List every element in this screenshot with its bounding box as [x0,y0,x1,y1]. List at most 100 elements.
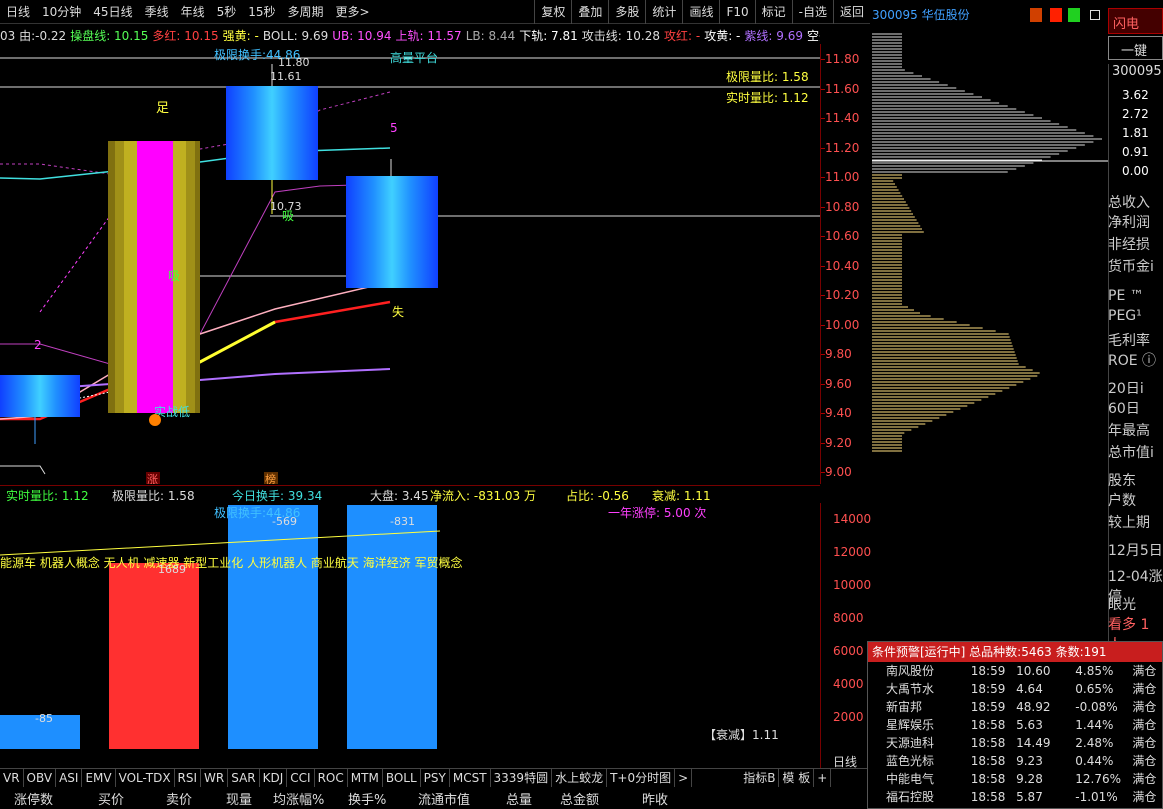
column-8[interactable]: 总金额 [560,789,599,808]
right-value: 2.72 [1122,107,1149,121]
column-4[interactable]: 均涨幅% [273,789,324,808]
alert-row[interactable]: 南风股份 18:59 10.60 4.85% 满仓 [868,662,1162,680]
svg-text:-569: -569 [272,515,297,528]
tab-12[interactable]: BOLL [383,769,421,787]
alert-row[interactable]: 福石控股 18:58 5.87 -1.01% 满仓 [868,788,1162,806]
toolbar-action-2[interactable]: 多股 [608,0,645,24]
column-2[interactable]: 卖价 [166,789,192,808]
tab-15[interactable]: 3339特圆 [491,769,553,787]
right-label: 户数 [1108,493,1136,509]
alert-cell: 18:58 [970,718,1006,732]
tab-21[interactable]: + [814,769,832,787]
indicator-6: 上轨: 11.57 [395,29,462,43]
price-tick: 10.40 [825,258,860,273]
tab-13[interactable]: PSY [421,769,450,787]
alert-cell: 18:59 [970,700,1006,714]
period-2[interactable]: 45日线 [87,0,138,24]
right-label: 12月5日 [1108,543,1163,559]
svg-text:能源车 机器人概念 无人机 减速器 新型工业化 人形机器人: 能源车 机器人概念 无人机 减速器 新型工业化 人形机器人 商业航天 海洋经济 … [0,555,463,570]
tab-17[interactable]: T+0分时图 [607,769,676,787]
candle-2 [108,141,200,413]
period-5[interactable]: 5秒 [211,0,243,24]
candle-1 [0,375,80,417]
alert-cell: 中能电气 [886,772,935,786]
toolbar-action-6[interactable]: 标记 [754,0,792,24]
toolbar-action-1[interactable]: 叠加 [571,0,608,24]
tab-7[interactable]: SAR [228,769,260,787]
toolbar-action-8[interactable]: 返回 [832,0,870,24]
alert-row[interactable]: 天源迪科 18:58 14.49 2.48% 满仓 [868,734,1162,752]
right-label: PEG¹ [1108,308,1142,324]
toolbar-action-0[interactable]: 复权 [534,0,571,24]
toolbar-action-3[interactable]: 统计 [645,0,682,24]
toolbar-action-5[interactable]: F10 [719,0,754,24]
toolbar-action-7[interactable]: -自选 [791,0,833,24]
alert-row[interactable]: 蓝色光标 18:58 9.23 0.44% 满仓 [868,752,1162,770]
period-7[interactable]: 多周期 [282,0,330,24]
tab-4[interactable]: VOL-TDX [116,769,175,787]
flash-button[interactable]: 闪电 [1108,8,1163,34]
indicator-11: 攻黄: - [704,29,741,43]
price-tick: 11.00 [825,170,860,184]
tab-16[interactable]: 水上蛟龙 [552,769,608,787]
alert-cell: 福石控股 [886,790,935,804]
alert-cell: 满仓 [1132,772,1157,786]
indicator-row: 03 由:-0.22 操盘线: 10.15 多红: 10.15 强黄: - BOLL: … [0,27,820,45]
tab-5[interactable]: RSI [175,769,202,787]
right-label: 股东 [1108,473,1136,489]
tab-1[interactable]: OBV [24,769,57,787]
alert-cell: 天源迪科 [886,736,935,750]
tab-2[interactable]: ASI [56,769,83,787]
period-4[interactable]: 年线 [175,0,211,24]
tab-19[interactable]: 指标B [740,769,780,787]
tab-3[interactable]: EMV [82,769,116,787]
toolbar-action-4[interactable]: 画线 [682,0,719,24]
indicator-7: LB: 8.44 [465,29,516,43]
price-tick: 11.80 [825,52,860,66]
right-label: 货币金i [1108,259,1154,275]
tab-11[interactable]: MTM [348,769,383,787]
period-8[interactable]: 更多> [330,0,376,24]
column-1[interactable]: 买价 [98,789,124,808]
svg-text:11.80: 11.80 [278,56,310,69]
column-7[interactable]: 总量 [506,789,532,808]
right-label: 净利润 [1108,215,1150,231]
tab-9[interactable]: CCI [287,769,315,787]
column-9[interactable]: 昨收 [642,789,668,808]
right-value: 0.91 [1122,145,1149,159]
tab-20[interactable]: 模 板 [779,769,815,787]
column-0[interactable]: 涨停数 [14,789,53,808]
volume-chart[interactable]: 极限换手:44.86 一年涨停: 5.00 次 能源车 机器人概念 无人机 减速… [0,503,820,753]
column-3[interactable]: 现量 [226,789,252,808]
alert-row[interactable]: 星辉娱乐 18:58 5.63 1.44% 满仓 [868,716,1162,734]
alert-cell: 满仓 [1132,790,1157,804]
period-3[interactable]: 季线 [139,0,175,24]
svg-text:涨: 涨 [147,473,158,484]
alert-cell: 新宙邦 [886,700,923,714]
onekey-button[interactable]: 一键 [1108,36,1163,60]
tab-10[interactable]: ROC [315,769,348,787]
period-1[interactable]: 10分钟 [36,0,87,24]
price-tick: 10.20 [825,288,860,302]
tab-14[interactable]: MCST [450,769,491,787]
tab-0[interactable]: VR [0,769,24,787]
alert-cell: 18:58 [970,754,1006,768]
indicator-4: BOLL: 9.69 [262,29,329,43]
price-tick: 10.60 [825,229,860,243]
svg-text:【衰减】1.11: 【衰减】1.11 [704,727,779,742]
alert-cell: 大禹节水 [886,682,935,696]
column-5[interactable]: 换手% [348,789,386,808]
tab-18[interactable]: > [675,769,693,787]
period-0[interactable]: 日线 [0,0,36,24]
tab-8[interactable]: KDJ [260,769,288,787]
kline-chart[interactable]: 极限换手:44.86 11.80 11.61 10.73 高量平台 极限量比: … [0,44,820,484]
alert-row[interactable]: 大禹节水 18:59 4.64 0.65% 满仓 [868,680,1162,698]
price-tick: 10.00 [825,317,860,332]
tab-6[interactable]: WR [201,769,229,787]
indicator-13: 空头◇ [806,29,820,43]
svg-text:失: 失 [392,304,404,319]
alert-row[interactable]: 新宙邦 18:59 48.92 -0.08% 满仓 [868,698,1162,716]
alert-row[interactable]: 中能电气 18:58 9.28 12.76% 满仓 [868,770,1162,788]
period-6[interactable]: 15秒 [242,0,281,24]
column-6[interactable]: 流通市值 [418,789,470,808]
